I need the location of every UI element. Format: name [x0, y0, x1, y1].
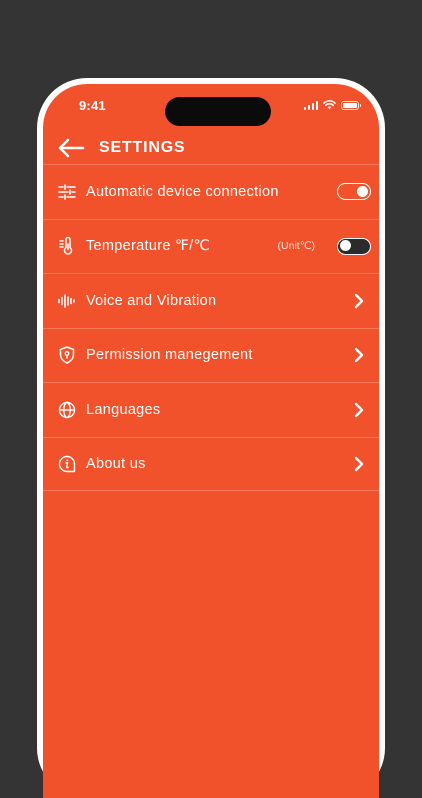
- setting-label: Temperature ℉/℃: [86, 238, 211, 255]
- wifi-icon: [323, 100, 336, 110]
- setting-temperature-unit[interactable]: Temperature ℉/℃ (Unit℃): [43, 218, 379, 274]
- status-time: 9:41: [79, 98, 106, 113]
- setting-voice-vibration[interactable]: Voice and Vibration: [43, 273, 379, 328]
- battery-icon: [341, 100, 361, 110]
- app-screen: 9:41 SETTINGS Automatic device connectio…: [43, 84, 379, 798]
- auto-connect-toggle[interactable]: [337, 183, 371, 201]
- chevron-right-icon: [353, 347, 365, 363]
- status-icons: [303, 100, 361, 110]
- header: SETTINGS: [57, 128, 185, 168]
- setting-permission-management[interactable]: Permission manegement: [43, 327, 379, 383]
- sliders-icon: [57, 182, 77, 202]
- setting-about-us[interactable]: About us: [43, 436, 379, 491]
- back-button[interactable]: [57, 136, 87, 160]
- globe-icon: [57, 400, 77, 420]
- phone-frame: 9:41 SETTINGS Automatic device connectio…: [37, 78, 385, 798]
- setting-label: Voice and Vibration: [86, 292, 217, 309]
- cellular-signal-icon: [303, 100, 318, 110]
- dynamic-island: [165, 97, 271, 126]
- arrow-left-icon: [58, 138, 85, 158]
- info-icon: [57, 454, 77, 474]
- thermometer-icon: [57, 236, 77, 256]
- chevron-right-icon: [353, 402, 365, 418]
- page-title: SETTINGS: [99, 139, 186, 156]
- setting-label: Automatic device connection: [86, 183, 279, 200]
- setting-languages[interactable]: Languages: [43, 382, 379, 437]
- temperature-unit-toggle[interactable]: [337, 237, 371, 255]
- setting-label: Permission manegement: [86, 347, 253, 364]
- setting-label: About us: [86, 455, 146, 472]
- settings-list: Automatic device connection Temperature …: [43, 164, 379, 491]
- shield-icon: [57, 345, 77, 365]
- chevron-right-icon: [353, 293, 365, 309]
- setting-auto-connect[interactable]: Automatic device connection: [43, 164, 379, 219]
- sound-wave-icon: [57, 291, 77, 311]
- setting-label: Languages: [86, 401, 161, 418]
- chevron-right-icon: [353, 456, 365, 472]
- unit-hint: (Unit℃): [277, 240, 315, 253]
